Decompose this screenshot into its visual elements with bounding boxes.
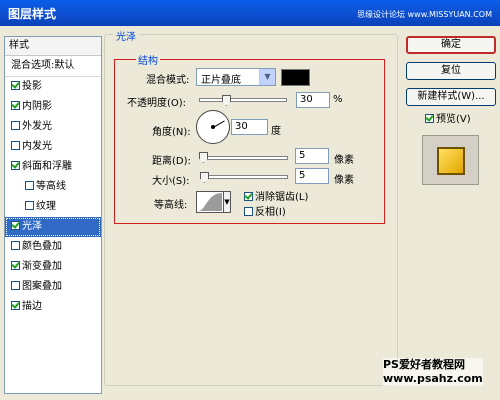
checkbox[interactable] [11, 220, 20, 230]
antialias-option[interactable]: 消除锯齿(L) [244, 188, 308, 203]
size-label: 大小(S): [152, 176, 190, 187]
style-item-pattern-overlay[interactable]: 图案叠加 [5, 277, 101, 297]
distance-label: 距离(D): [152, 156, 191, 167]
style-item-inner-glow[interactable]: 内发光 [5, 137, 101, 157]
angle-input[interactable]: 30 [231, 119, 268, 135]
distance-slider[interactable] [202, 156, 288, 160]
preview-swatch [437, 147, 465, 175]
preview-option[interactable]: 预览(V) [425, 110, 471, 125]
antialias-label: 消除锯齿(L) [255, 192, 309, 203]
style-item-blending-options[interactable]: 混合选项:默认 [5, 56, 101, 77]
checkbox[interactable] [11, 160, 20, 170]
contour-curve-icon [198, 193, 222, 211]
checkbox[interactable] [11, 260, 20, 270]
checkbox[interactable] [11, 280, 20, 290]
panel-title: 光泽 [113, 28, 139, 43]
style-item-label: 混合选项:默认 [11, 60, 75, 71]
style-item-label: 等高线 [36, 181, 66, 192]
forum-watermark: 思缘设计论坛 www.MISSYUAN.COM [357, 10, 492, 19]
angle-dial[interactable] [196, 110, 230, 144]
blend-mode-label: 混合模式: [146, 75, 190, 86]
contour-dropdown-icon[interactable]: ▼ [223, 191, 231, 213]
style-item-drop-shadow[interactable]: 投影 [5, 77, 101, 97]
preview-label: 预览(V) [436, 114, 471, 125]
style-item-contour[interactable]: 等高线 [5, 177, 101, 197]
distance-unit: 像素 [334, 155, 354, 166]
invert-option[interactable]: 反相(I) [244, 203, 286, 218]
site-watermark: PS爱好者教程网 www.psahz.com [383, 358, 483, 386]
preview-checkbox[interactable] [425, 113, 434, 123]
opacity-label: 不透明度(O): [127, 98, 187, 109]
style-item-texture[interactable]: 纹理 [5, 197, 101, 217]
checkbox[interactable] [11, 300, 20, 310]
checkbox[interactable] [11, 80, 20, 90]
style-list-header[interactable]: 样式 [5, 37, 101, 56]
angle-label: 角度(N): [152, 127, 191, 138]
style-item-label: 投影 [22, 81, 42, 92]
style-preview [422, 135, 479, 185]
style-item-color-overlay[interactable]: 颜色叠加 [5, 237, 101, 257]
invert-checkbox[interactable] [244, 206, 253, 216]
checkbox[interactable] [25, 180, 34, 190]
watermark-line2: www.psahz.com [383, 372, 483, 385]
style-item-label: 渐变叠加 [22, 261, 62, 272]
style-item-label: 内阴影 [22, 101, 52, 112]
ok-button[interactable]: 确定 [406, 36, 496, 54]
style-item-gradient-overlay[interactable]: 渐变叠加 [5, 257, 101, 277]
style-item-label: 光泽 [22, 221, 42, 232]
reset-button[interactable]: 复位 [406, 62, 496, 80]
style-item-label: 内发光 [22, 141, 52, 152]
antialias-checkbox[interactable] [244, 191, 253, 201]
distance-input[interactable]: 5 [295, 148, 329, 164]
checkbox[interactable] [25, 200, 34, 210]
style-item-label: 颜色叠加 [22, 241, 62, 252]
checkbox[interactable] [11, 100, 20, 110]
style-item-outer-glow[interactable]: 外发光 [5, 117, 101, 137]
style-item-label: 斜面和浮雕 [22, 161, 72, 172]
opacity-unit: % [333, 94, 343, 105]
contour-label: 等高线: [154, 200, 188, 211]
structure-title: 结构 [136, 52, 160, 67]
size-slider[interactable] [202, 175, 288, 179]
blend-color-swatch[interactable] [281, 69, 310, 86]
size-unit: 像素 [334, 175, 354, 186]
style-item-label: 外发光 [22, 121, 52, 132]
chevron-down-icon[interactable]: ▼ [259, 69, 275, 85]
style-item-bevel-emboss[interactable]: 斜面和浮雕 [5, 157, 101, 177]
opacity-slider[interactable] [199, 98, 287, 102]
checkbox[interactable] [11, 240, 20, 250]
invert-label: 反相(I) [255, 207, 286, 218]
watermark-line1: PS爱好者教程网 [383, 358, 465, 371]
style-item-satin[interactable]: 光泽 [5, 217, 101, 237]
opacity-input[interactable]: 30 [296, 92, 330, 108]
angle-unit: 度 [271, 126, 281, 137]
style-item-inner-shadow[interactable]: 内阴影 [5, 97, 101, 117]
size-input[interactable]: 5 [295, 168, 329, 184]
blend-mode-select[interactable]: 正片叠底 ▼ [196, 68, 276, 86]
angle-dial-center [211, 125, 215, 129]
style-item-label: 纹理 [36, 201, 56, 212]
checkbox[interactable] [11, 140, 20, 150]
style-item-stroke[interactable]: 描边 [5, 297, 101, 317]
checkbox[interactable] [11, 120, 20, 130]
style-item-label: 描边 [22, 301, 42, 312]
window-title: 图层样式 [8, 7, 57, 21]
style-item-label: 图案叠加 [22, 281, 62, 292]
new-style-button[interactable]: 新建样式(W)... [406, 88, 496, 106]
style-list: 样式 混合选项:默认 投影 内阴影 外发光 内发光 斜面和浮雕 等高线 纹理 光… [4, 36, 102, 394]
title-bar: 图层样式 思缘设计论坛 www.MISSYUAN.COM [0, 0, 500, 26]
blend-mode-value: 正片叠底 [201, 75, 241, 86]
